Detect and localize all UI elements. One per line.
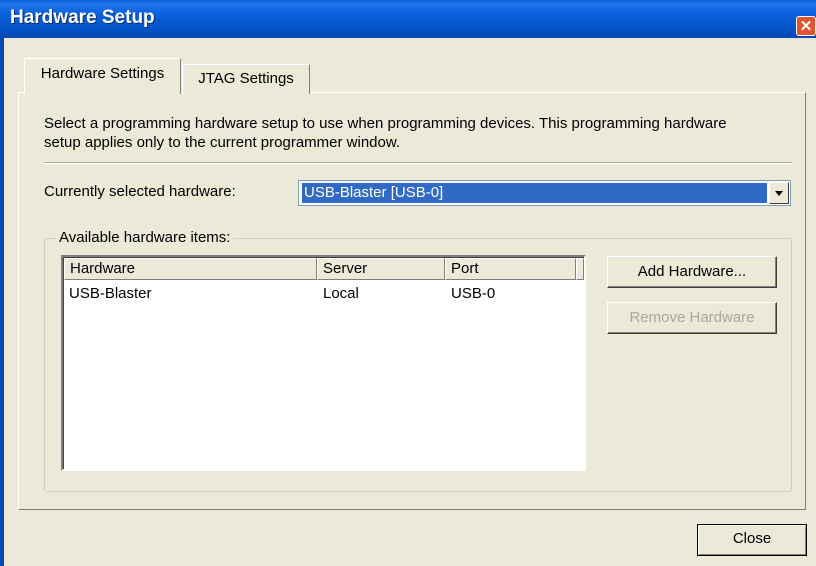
separator — [44, 162, 792, 164]
current-hardware-label: Currently selected hardware: — [44, 183, 236, 200]
tab-hardware-settings[interactable]: Hardware Settings — [24, 58, 181, 94]
current-hardware-dropdown[interactable]: USB-Blaster [USB-0] — [298, 180, 791, 206]
column-header-spacer — [576, 258, 584, 280]
hardware-list[interactable]: Hardware Server Port USB-Blaster Local U… — [61, 255, 586, 471]
description-text: Select a programming hardware setup to u… — [44, 115, 727, 151]
available-hardware-legend: Available hardware items: — [56, 229, 234, 246]
close-icon[interactable]: ✕ — [796, 16, 816, 36]
column-header-server[interactable]: Server — [317, 258, 445, 280]
chevron-down-icon[interactable] — [769, 182, 789, 204]
window-frame — [0, 38, 4, 566]
column-header-hardware[interactable]: Hardware — [64, 258, 317, 280]
tab-jtag-settings[interactable]: JTAG Settings — [182, 64, 310, 94]
row-port-cell[interactable]: USB-0 — [451, 285, 495, 302]
remove-hardware-button[interactable]: Remove Hardware — [607, 302, 777, 334]
current-hardware-value: USB-Blaster [USB-0] — [302, 183, 767, 203]
row-server-cell[interactable]: Local — [323, 285, 359, 302]
add-hardware-button[interactable]: Add Hardware... — [607, 256, 777, 288]
title-bar: Hardware Setup — [0, 0, 816, 38]
column-header-port[interactable]: Port — [445, 258, 576, 280]
close-button[interactable]: Close — [697, 524, 807, 556]
window-title: Hardware Setup — [10, 7, 155, 28]
row-hardware-cell[interactable]: USB-Blaster — [69, 285, 152, 302]
